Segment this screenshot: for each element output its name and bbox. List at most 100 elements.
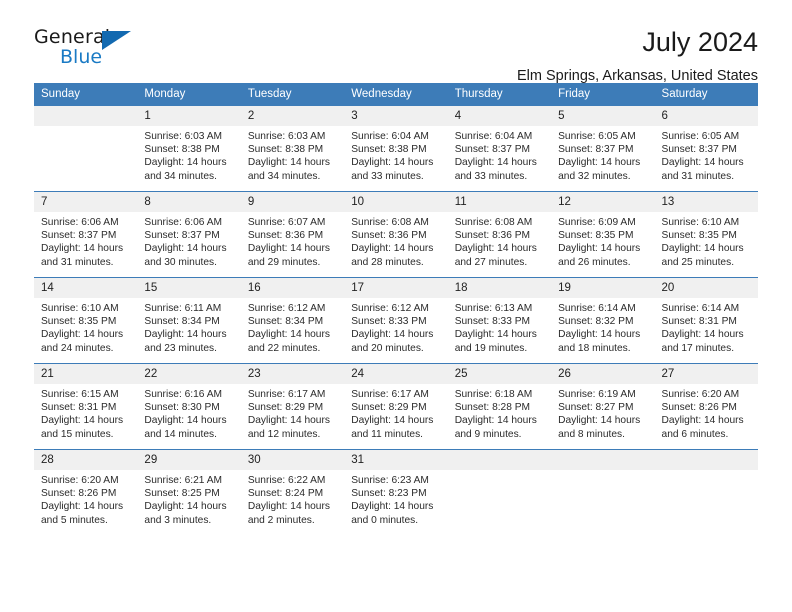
day-number: 30: [240, 450, 345, 470]
calendar-day-cell[interactable]: 12 Sunrise: 6:09 AM Sunset: 8:35 PM Dayligh…: [551, 191, 655, 278]
day-cell-inner: [34, 106, 138, 191]
calendar-day-cell[interactable]: 6 Sunrise: 6:05 AM Sunset: 8:37 PM Daylight…: [654, 105, 758, 192]
day-details: Sunrise: 6:07 AM Sunset: 8:36 PM Daylight:…: [241, 212, 344, 269]
weekday-header-wednesday: Wednesday: [344, 83, 448, 106]
sunrise-text: Sunrise: 6:07 AM: [247, 217, 326, 228]
calendar-day-cell[interactable]: 1 Sunrise: 6:03 AM Sunset: 8:38 PM Daylight…: [137, 105, 241, 192]
calendar-day-cell[interactable]: 30 Sunrise: 6:22 AM Sunset: 8:24 PM Dayligh…: [240, 449, 345, 536]
calendar-day-cell[interactable]: 24 Sunrise: 6:17 AM Sunset: 8:29 PM Dayligh…: [344, 363, 448, 450]
day-cell-inner: 10 Sunrise: 6:08 AM Sunset: 8:36 PM Dayligh…: [344, 192, 448, 277]
sunset-text: Sunset: 8:24 PM: [247, 488, 324, 500]
daylight-text-line2: and 30 minutes.: [144, 256, 217, 268]
daylight-text-line2: and 31 minutes.: [661, 170, 735, 182]
day-cell-inner: 16 Sunrise: 6:12 AM Sunset: 8:34 PM Dayligh…: [240, 278, 345, 363]
sunset-text: Sunset: 8:29 PM: [247, 402, 324, 414]
calendar-day-cell[interactable]: 31 Sunrise: 6:23 AM Sunset: 8:23 PM Dayligh…: [344, 449, 448, 536]
day-number: 6: [654, 106, 758, 126]
day-details: Sunrise: 6:04 AM Sunset: 8:38 PM Daylight:…: [344, 126, 447, 183]
calendar-day-cell[interactable]: 4 Sunrise: 6:04 AM Sunset: 8:37 PM Daylight…: [447, 105, 552, 192]
calendar-day-cell[interactable]: 3 Sunrise: 6:04 AM Sunset: 8:38 PM Daylight…: [344, 105, 448, 192]
calendar-day-cell[interactable]: 19 Sunrise: 6:14 AM Sunset: 8:32 PM Dayligh…: [551, 277, 655, 364]
calendar-day-cell[interactable]: 16 Sunrise: 6:12 AM Sunset: 8:34 PM Dayligh…: [240, 277, 345, 364]
day-details: Sunrise: 6:09 AM Sunset: 8:35 PM Daylight:…: [551, 212, 654, 269]
day-details: Sunrise: 6:20 AM Sunset: 8:26 PM Daylight:…: [655, 384, 758, 441]
daylight-text-line2: and 17 minutes.: [661, 342, 735, 354]
calendar-day-cell[interactable]: 18 Sunrise: 6:13 AM Sunset: 8:33 PM Dayligh…: [447, 277, 552, 364]
calendar-day-cell[interactable]: 23 Sunrise: 6:17 AM Sunset: 8:29 PM Dayligh…: [240, 363, 345, 450]
logo-triangle-icon: [102, 31, 131, 50]
day-number: 31: [344, 450, 448, 470]
calendar-day-cell[interactable]: 26 Sunrise: 6:19 AM Sunset: 8:27 PM Dayligh…: [551, 363, 655, 450]
calendar-day-cell[interactable]: 29 Sunrise: 6:21 AM Sunset: 8:25 PM Dayligh…: [137, 449, 241, 536]
day-cell-inner: 9 Sunrise: 6:07 AM Sunset: 8:36 PM Daylight…: [240, 192, 345, 277]
day-cell-inner: 17 Sunrise: 6:12 AM Sunset: 8:33 PM Dayligh…: [344, 278, 448, 363]
sunrise-text: Sunrise: 6:12 AM: [351, 303, 429, 314]
daylight-text-line2: and 24 minutes.: [41, 342, 114, 354]
calendar-day-cell[interactable]: 25 Sunrise: 6:18 AM Sunset: 8:28 PM Dayligh…: [447, 363, 552, 450]
daylight-text-line1: Daylight: 14 hours: [41, 501, 124, 513]
day-details: Sunrise: 6:05 AM Sunset: 8:37 PM Daylight:…: [655, 126, 758, 183]
day-number: 25: [447, 364, 552, 384]
daylight-text-line1: Daylight: 14 hours: [454, 329, 537, 341]
sunrise-sunset-calendar: Sunday Monday Tuesday Wednesday Thursday…: [34, 83, 758, 536]
day-details: Sunrise: 6:03 AM Sunset: 8:38 PM Daylight:…: [241, 126, 344, 183]
calendar-day-cell[interactable]: 5 Sunrise: 6:05 AM Sunset: 8:37 PM Daylight…: [551, 105, 655, 192]
calendar-day-cell[interactable]: 20 Sunrise: 6:14 AM Sunset: 8:31 PM Dayligh…: [654, 277, 758, 364]
sunset-text: Sunset: 8:36 PM: [351, 230, 427, 242]
calendar-day-cell[interactable]: 28 Sunrise: 6:20 AM Sunset: 8:26 PM Dayligh…: [34, 449, 138, 536]
day-number: 12: [551, 192, 655, 212]
daylight-text-line1: Daylight: 14 hours: [41, 243, 124, 255]
day-number: [447, 450, 552, 470]
daylight-text-line1: Daylight: 14 hours: [144, 501, 227, 513]
calendar-day-cell[interactable]: 22 Sunrise: 6:16 AM Sunset: 8:30 PM Dayligh…: [137, 363, 241, 450]
daylight-text-line2: and 25 minutes.: [661, 256, 735, 268]
daylight-text-line1: Daylight: 14 hours: [661, 415, 744, 427]
day-number: 7: [34, 192, 138, 212]
day-cell-inner: 19 Sunrise: 6:14 AM Sunset: 8:32 PM Dayligh…: [551, 278, 655, 363]
day-details: Sunrise: 6:03 AM Sunset: 8:38 PM Daylight:…: [137, 126, 240, 183]
calendar-day-cell[interactable]: 2 Sunrise: 6:03 AM Sunset: 8:38 PM Daylight…: [240, 105, 345, 192]
calendar-day-cell[interactable]: 14 Sunrise: 6:10 AM Sunset: 8:35 PM Dayligh…: [34, 277, 138, 364]
logo-text-general: General: [34, 26, 111, 48]
daylight-text-line1: Daylight: 14 hours: [558, 415, 641, 427]
calendar-day-cell[interactable]: 15 Sunrise: 6:11 AM Sunset: 8:34 PM Dayligh…: [137, 277, 241, 364]
day-number: 17: [344, 278, 448, 298]
daylight-text-line1: Daylight: 14 hours: [558, 243, 641, 255]
daylight-text-line1: Daylight: 14 hours: [144, 243, 227, 255]
sunrise-text: Sunrise: 6:22 AM: [247, 475, 326, 486]
daylight-text-line1: Daylight: 14 hours: [351, 329, 434, 341]
sunrise-text: Sunrise: 6:14 AM: [661, 303, 740, 314]
day-cell-inner: 4 Sunrise: 6:04 AM Sunset: 8:37 PM Daylight…: [447, 106, 552, 191]
sunrise-text: Sunrise: 6:16 AM: [144, 389, 223, 400]
weekday-header-saturday: Saturday: [654, 83, 758, 106]
general-blue-logo[interactable]: General Blue: [34, 26, 144, 74]
day-number: 16: [240, 278, 345, 298]
sunrise-text: Sunrise: 6:18 AM: [454, 389, 533, 400]
calendar-day-cell[interactable]: 7 Sunrise: 6:06 AM Sunset: 8:37 PM Daylight…: [34, 191, 138, 278]
calendar-day-cell[interactable]: 21 Sunrise: 6:15 AM Sunset: 8:31 PM Dayligh…: [34, 363, 138, 450]
calendar-day-cell[interactable]: 17 Sunrise: 6:12 AM Sunset: 8:33 PM Dayligh…: [344, 277, 448, 364]
sunset-text: Sunset: 8:33 PM: [351, 316, 427, 328]
calendar-day-cell[interactable]: 27 Sunrise: 6:20 AM Sunset: 8:26 PM Dayligh…: [654, 363, 758, 450]
daylight-text-line2: and 5 minutes.: [41, 514, 108, 526]
calendar-day-cell[interactable]: 10 Sunrise: 6:08 AM Sunset: 8:36 PM Dayligh…: [344, 191, 448, 278]
calendar-day-cell[interactable]: 11 Sunrise: 6:08 AM Sunset: 8:36 PM Dayligh…: [447, 191, 552, 278]
day-number: 29: [137, 450, 241, 470]
sunset-text: Sunset: 8:31 PM: [661, 316, 737, 328]
day-number: 9: [240, 192, 345, 212]
sunrise-text: Sunrise: 6:05 AM: [661, 131, 740, 142]
sunrise-text: Sunrise: 6:06 AM: [144, 217, 223, 228]
day-number: 2: [240, 106, 345, 126]
day-cell-inner: 6 Sunrise: 6:05 AM Sunset: 8:37 PM Daylight…: [654, 106, 758, 191]
day-number: 8: [137, 192, 241, 212]
sunrise-text: Sunrise: 6:11 AM: [144, 303, 222, 314]
daylight-text-line2: and 33 minutes.: [351, 170, 424, 182]
sunrise-text: Sunrise: 6:14 AM: [558, 303, 636, 314]
sunrise-text: Sunrise: 6:10 AM: [661, 217, 740, 228]
day-cell-inner: 30 Sunrise: 6:22 AM Sunset: 8:24 PM Dayligh…: [240, 450, 345, 536]
calendar-day-cell[interactable]: 9 Sunrise: 6:07 AM Sunset: 8:36 PM Daylight…: [240, 191, 345, 278]
calendar-day-cell[interactable]: 13 Sunrise: 6:10 AM Sunset: 8:35 PM Dayligh…: [654, 191, 758, 278]
sunset-text: Sunset: 8:29 PM: [351, 402, 427, 414]
calendar-day-cell[interactable]: 8 Sunrise: 6:06 AM Sunset: 8:37 PM Daylight…: [137, 191, 241, 278]
calendar-body: 1 Sunrise: 6:03 AM Sunset: 8:38 PM Daylight…: [34, 105, 758, 536]
